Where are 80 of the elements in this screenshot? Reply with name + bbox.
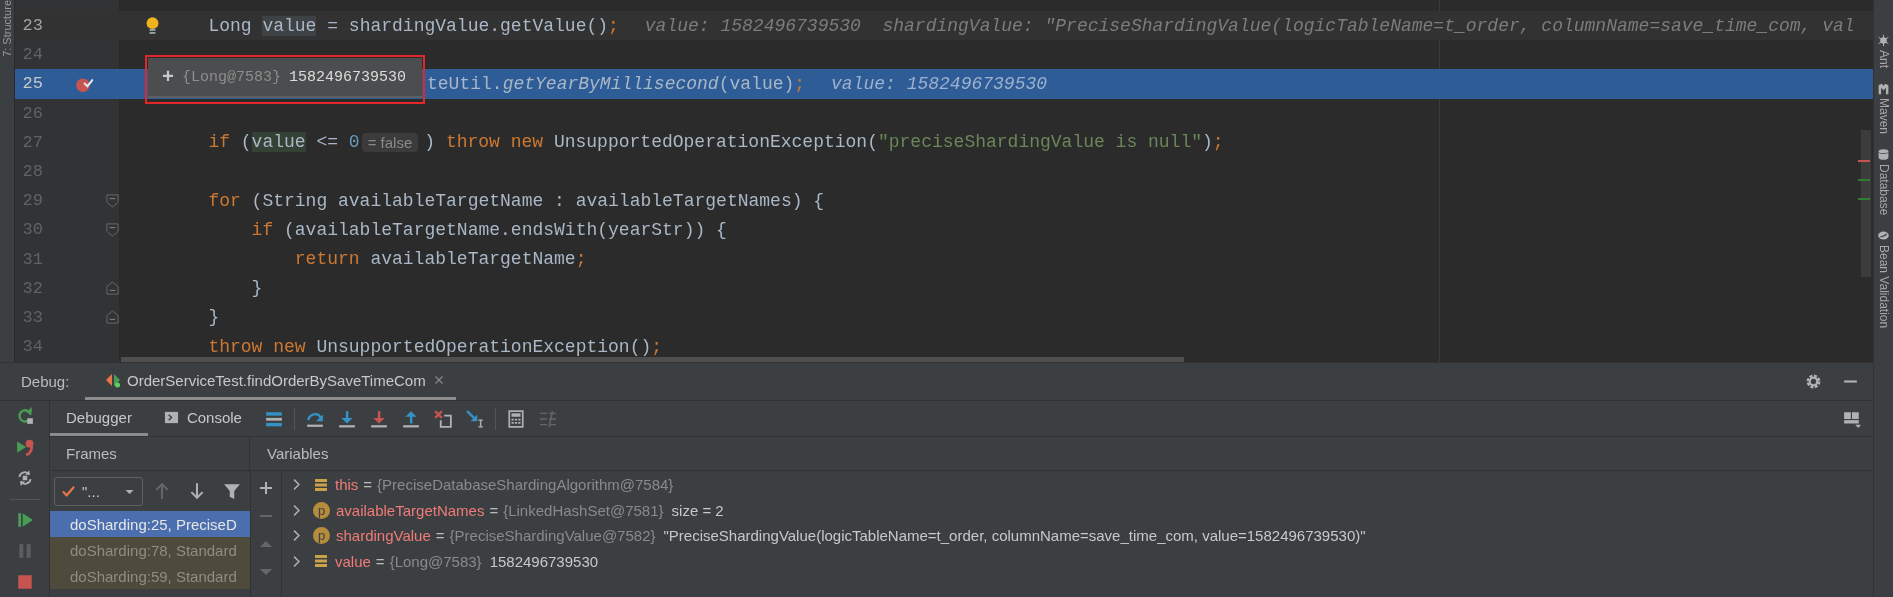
equals-sign: = bbox=[375, 552, 385, 570]
code-text: if (value <= 0 bbox=[208, 132, 360, 153]
variable-name: value bbox=[335, 552, 371, 570]
circular-arrow-icon[interactable] bbox=[15, 407, 34, 426]
pane-header: Frames bbox=[66, 445, 117, 462]
debug-run-icon bbox=[105, 372, 121, 388]
field-icon bbox=[313, 476, 329, 493]
variable-name: shardingValue bbox=[336, 527, 431, 545]
object-value: 1582496739530 bbox=[289, 68, 407, 86]
tool-window-tab[interactable]: Database bbox=[1876, 164, 1891, 216]
inline-hint: = false bbox=[361, 132, 419, 152]
code-text: ) throw new UnsupportedOperationException("preciseShardingValue is null"); bbox=[424, 132, 1224, 153]
maven-icon bbox=[1877, 82, 1890, 95]
tool-window-tab[interactable]: 7: Structure bbox=[0, 0, 14, 57]
scrollbar-thumb[interactable] bbox=[121, 357, 1184, 362]
diagonal-arrow-icon[interactable] bbox=[465, 409, 484, 428]
variable-type: {PreciseDatabaseShardingAlgorithm@7584} bbox=[377, 476, 674, 494]
console-icon bbox=[163, 409, 179, 425]
ant-icon bbox=[1877, 34, 1890, 47]
equals-sign: = bbox=[489, 501, 499, 519]
code-text: teUtil.getYearByMillisecond(value); bbox=[427, 73, 806, 94]
tool-window-tab[interactable]: Bean Validation bbox=[1876, 245, 1891, 329]
play-breakpoint-icon[interactable] bbox=[15, 438, 34, 457]
filter-icon[interactable] bbox=[222, 482, 241, 500]
cross-frame-icon[interactable] bbox=[433, 409, 452, 428]
fold-icon[interactable] bbox=[105, 222, 120, 238]
equals-sign: = bbox=[363, 476, 373, 494]
line-number: 25 bbox=[21, 74, 43, 94]
code-text: if (availableTargetName.endsWith(yearStr)) { bbox=[251, 219, 727, 240]
fold-icon[interactable] bbox=[105, 193, 120, 209]
variable-value: 1582496739530 bbox=[489, 552, 599, 570]
frame-item[interactable]: doSharding:25, PreciseD bbox=[50, 511, 250, 537]
breakpoint-icon[interactable] bbox=[75, 75, 93, 94]
variable-type: {LinkedHashSet@7581} bbox=[503, 501, 664, 519]
up-arrow-icon[interactable] bbox=[401, 409, 420, 428]
object-type: {Long@7583} bbox=[182, 68, 282, 86]
expand-button[interactable]: + bbox=[162, 65, 174, 89]
settings-icon[interactable] bbox=[1805, 373, 1822, 390]
check-icon bbox=[61, 483, 76, 499]
down-arrow-icon[interactable] bbox=[337, 409, 356, 428]
tab[interactable]: Debugger bbox=[50, 401, 148, 436]
variable-type: {PreciseShardingValue@7582} bbox=[449, 527, 656, 545]
fold-icon[interactable] bbox=[105, 309, 120, 325]
variable-type: {Long@7583} bbox=[389, 552, 482, 570]
code-text: } bbox=[208, 307, 220, 328]
code-text: for (String availableTargetName : availableTargetNames) { bbox=[208, 190, 825, 211]
code-text: Long value = shardingValue.getValue(); bbox=[208, 15, 619, 36]
database-icon bbox=[1877, 148, 1890, 162]
bars-icon[interactable] bbox=[264, 409, 283, 428]
variable-value: "PreciseShardingValue(logicTableName=t_order, columnName=save_time_com, value=1582496739530)" bbox=[663, 527, 1366, 545]
play-bar-icon[interactable] bbox=[15, 510, 34, 529]
plus-icon[interactable] bbox=[258, 480, 274, 496]
layout-icon[interactable] bbox=[1843, 409, 1861, 428]
inline-value-hint: value: 1582496739530 bbox=[831, 73, 1048, 94]
tab[interactable]: Console bbox=[147, 401, 258, 436]
field-icon bbox=[313, 553, 329, 570]
calculator-icon[interactable] bbox=[506, 409, 525, 428]
down-arrow-icon[interactable] bbox=[369, 409, 388, 428]
line-number: 23 bbox=[21, 16, 43, 36]
variable-value: size = 2 bbox=[671, 501, 724, 519]
pane-header: Variables bbox=[267, 445, 329, 462]
session-tab[interactable]: OrderServiceTest.findOrderBySaveTimeCom bbox=[85, 363, 456, 400]
equals-sign: = bbox=[435, 527, 445, 545]
bean-icon bbox=[1877, 229, 1890, 243]
frame-item[interactable]: doSharding:78, Standard bbox=[50, 537, 250, 563]
code-text: } bbox=[251, 278, 263, 299]
thread-dropdown[interactable]: "... bbox=[54, 476, 143, 506]
panel-title: Debug: bbox=[21, 373, 71, 390]
code-text: throw new UnsupportedOperationException(); bbox=[208, 336, 663, 357]
tool-window-tab[interactable]: Maven bbox=[1876, 98, 1891, 135]
tool-window-tab[interactable]: Ant bbox=[1876, 50, 1891, 68]
code-text: return availableTargetName; bbox=[294, 249, 587, 270]
variable-name: availableTargetNames bbox=[336, 501, 485, 519]
frame-item[interactable]: doSharding:59, Standard bbox=[50, 563, 250, 589]
parameter-badge: p bbox=[313, 501, 330, 519]
variable-name: this bbox=[335, 476, 359, 494]
inline-value-hint: value: 1582496739530 shardingValue: "PreciseShardingValue(logicTableName=t_order, columnName=save_time_com, val bbox=[644, 15, 1855, 36]
stop-icon[interactable] bbox=[15, 572, 34, 591]
parameter-badge: p bbox=[313, 527, 330, 545]
fold-icon[interactable] bbox=[105, 280, 120, 296]
